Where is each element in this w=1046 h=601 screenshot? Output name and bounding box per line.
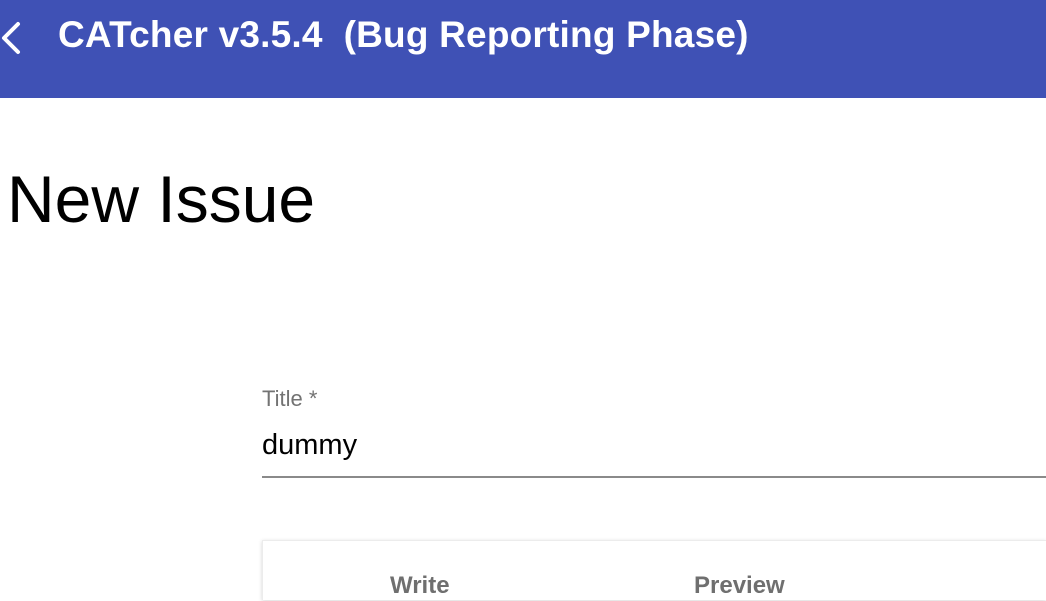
- title-field[interactable]: Title *: [262, 384, 1046, 480]
- app-toolbar: CATcher v3.5.4 (Bug Reporting Phase): [0, 0, 1046, 98]
- back-button[interactable]: [0, 18, 28, 58]
- chevron-left-icon: [0, 18, 28, 58]
- page-title: New Issue: [7, 162, 316, 236]
- issue-form: Title *: [262, 384, 1046, 480]
- description-editor-card: Write Preview: [262, 540, 1046, 600]
- tab-preview[interactable]: Preview: [694, 571, 785, 601]
- title-field-label: Title *: [262, 386, 318, 411]
- tab-write[interactable]: Write: [390, 571, 450, 601]
- title-field-underline: [262, 476, 1046, 478]
- title-input[interactable]: [262, 424, 1046, 466]
- app-title: CATcher v3.5.4 (Bug Reporting Phase): [58, 14, 749, 55]
